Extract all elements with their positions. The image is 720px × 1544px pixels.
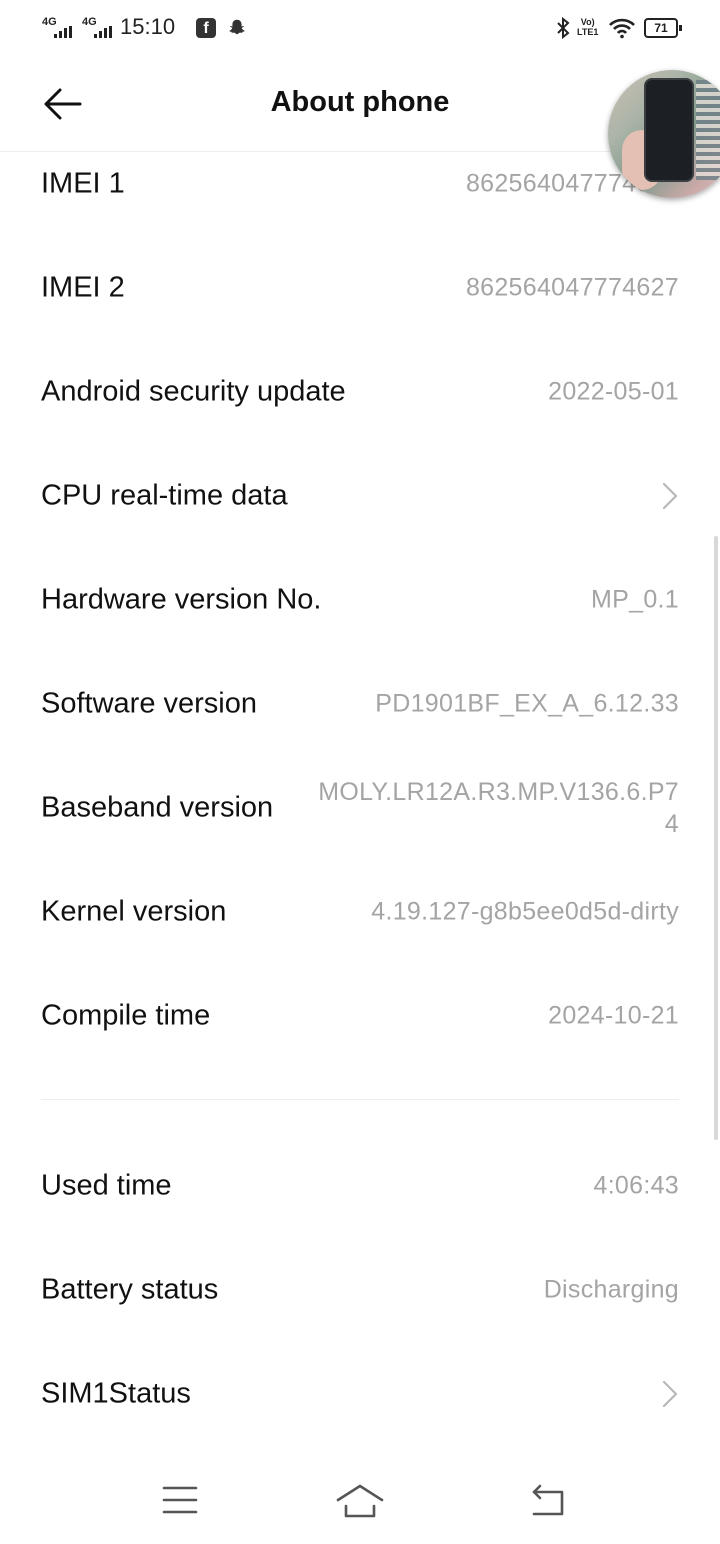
row-label: Battery status bbox=[41, 1273, 219, 1306]
used-time-row: Used time 4:06:43 bbox=[0, 1134, 720, 1238]
chevron-right-icon bbox=[662, 482, 678, 510]
row-label: IMEI 1 bbox=[41, 167, 125, 200]
row-label: Baseband version bbox=[41, 791, 274, 824]
status-time: 15:10 bbox=[120, 14, 176, 39]
row-value: 4:06:43 bbox=[593, 1171, 679, 1200]
row-value: MP_0.1 bbox=[591, 585, 679, 614]
kernel-version-row: Kernel version 4.19.127-g8b5ee0d5d-dirty bbox=[0, 860, 720, 964]
row-value: 2022-05-01 bbox=[548, 377, 679, 406]
row-label: Used time bbox=[41, 1169, 172, 1202]
row-label: IMEI 2 bbox=[41, 271, 125, 304]
row-value: 862564047774627 bbox=[465, 273, 679, 302]
row-value: 4.19.127-g8b5ee0d5d-dirty bbox=[371, 897, 679, 926]
sim1-signal-icon: 4G bbox=[42, 16, 72, 38]
row-label: Software version bbox=[41, 687, 257, 720]
imei2-row: IMEI 2 862564047774627 bbox=[0, 236, 720, 340]
sim1-status-row[interactable]: SIM1Status bbox=[0, 1342, 720, 1446]
security-update-row: Android security update 2022-05-01 bbox=[0, 340, 720, 444]
status-bar: 4G 4G 15:10 f Vo) LTE1 71 bbox=[0, 0, 720, 58]
home-icon[interactable] bbox=[330, 1478, 390, 1522]
return-icon[interactable] bbox=[518, 1478, 578, 1522]
facebook-icon: f bbox=[196, 18, 216, 38]
row-label: Compile time bbox=[41, 999, 211, 1032]
battery-status-row: Battery status Discharging bbox=[0, 1238, 720, 1342]
row-label: SIM1Status bbox=[41, 1377, 191, 1410]
hardware-version-row: Hardware version No. MP_0.1 bbox=[0, 548, 720, 652]
snapchat-icon bbox=[229, 19, 245, 35]
cpu-realtime-data-row[interactable]: CPU real-time data bbox=[0, 444, 720, 548]
wifi-icon bbox=[609, 18, 635, 39]
chevron-right-icon bbox=[662, 1380, 678, 1408]
baseband-version-row: Baseband version MOLY.LR12A.R3.MP.V136.6… bbox=[0, 756, 720, 860]
row-value: MOLY.LR12A.R3.MP.V136.6.P74 bbox=[318, 778, 679, 838]
volte-icon: Vo) LTE1 bbox=[577, 17, 599, 37]
row-label: Kernel version bbox=[41, 895, 227, 928]
row-value: PD1901BF_EX_A_6.12.33 bbox=[375, 689, 679, 718]
battery-icon: 71 bbox=[644, 18, 682, 38]
bluetooth-icon bbox=[557, 16, 570, 40]
floating-camera-bubble[interactable] bbox=[608, 70, 720, 198]
row-label: Android security update bbox=[41, 375, 346, 408]
compile-time-row: Compile time 2024-10-21 bbox=[0, 964, 720, 1068]
section-divider bbox=[41, 1099, 679, 1100]
menu-icon[interactable] bbox=[150, 1478, 210, 1522]
scrollbar[interactable] bbox=[714, 536, 718, 1140]
system-nav-bar bbox=[0, 1452, 720, 1544]
software-version-row: Software version PD1901BF_EX_A_6.12.33 bbox=[0, 652, 720, 756]
row-label: Hardware version No. bbox=[41, 583, 322, 616]
row-value: 2024-10-21 bbox=[548, 1001, 679, 1030]
battery-level: 71 bbox=[654, 21, 668, 35]
row-value: Discharging bbox=[543, 1275, 679, 1304]
row-label: CPU real-time data bbox=[41, 479, 288, 512]
sim2-signal-icon: 4G bbox=[82, 16, 112, 38]
